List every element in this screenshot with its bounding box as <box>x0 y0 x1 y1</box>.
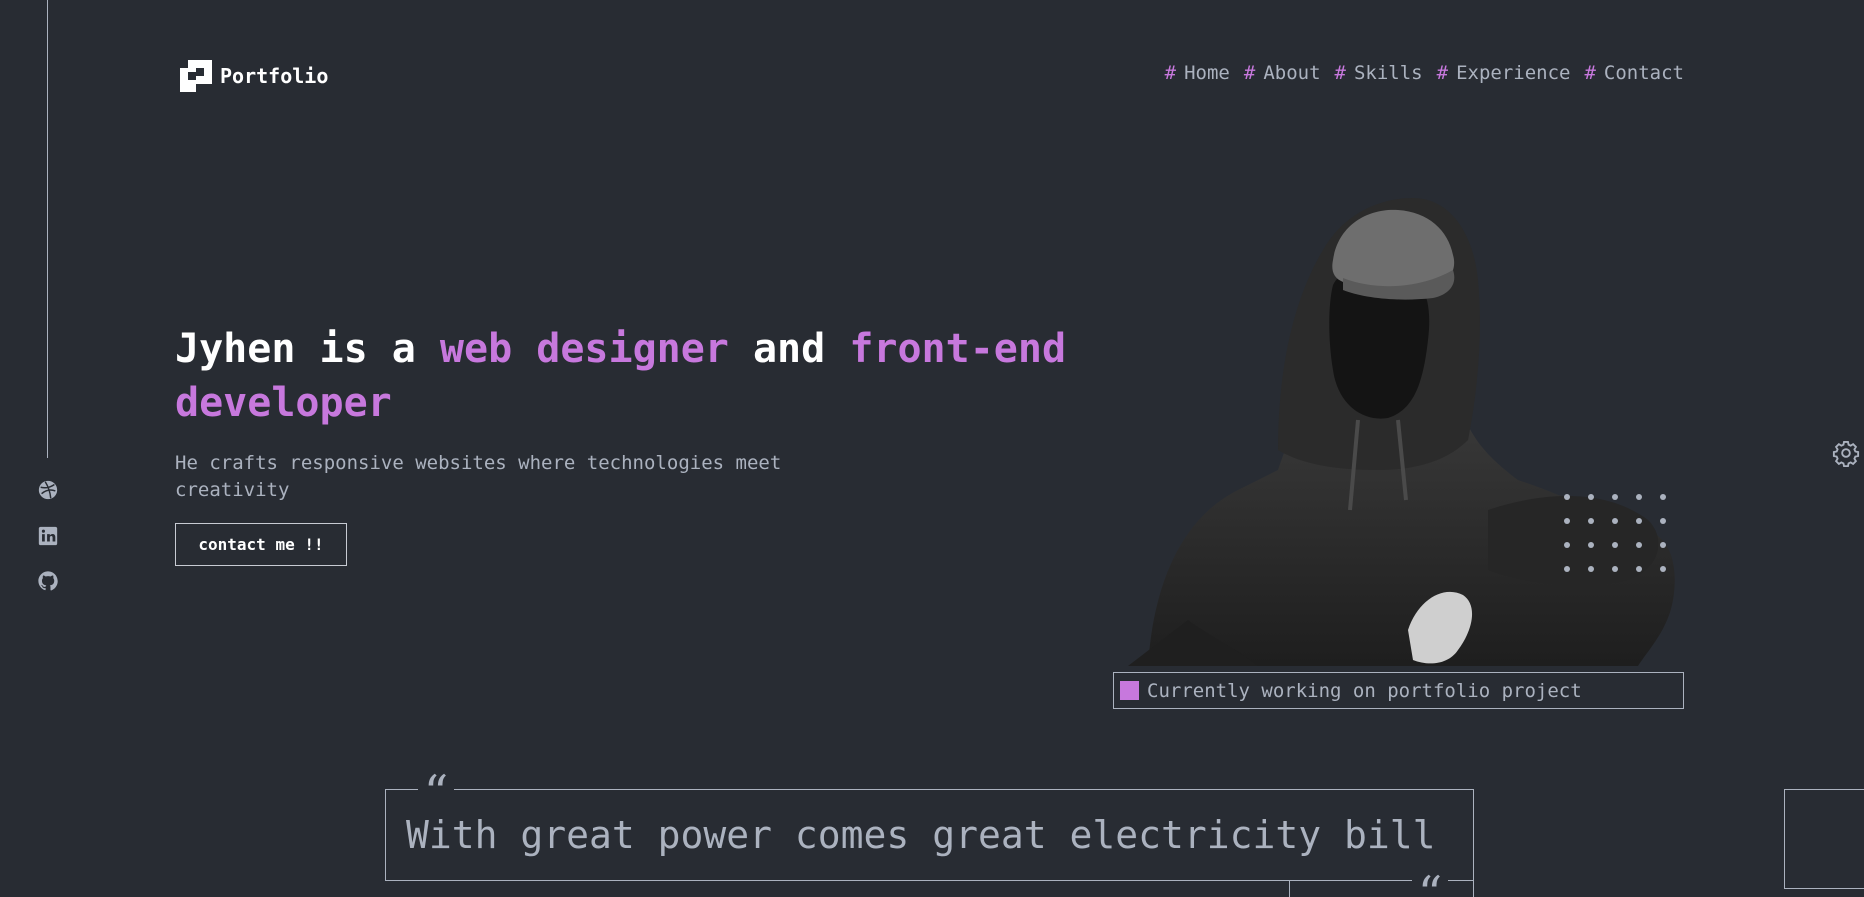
hero-title: Jyhen is a web designer and front-end de… <box>175 322 1095 430</box>
hero-title-part2: and <box>728 326 850 372</box>
logo-icon <box>180 60 212 92</box>
status-text: Currently working on portfolio project <box>1147 679 1582 702</box>
quote-box: With great power comes great electricity… <box>385 789 1474 881</box>
nav-home[interactable]: # Home <box>1165 62 1230 84</box>
nav-contact-label: Contact <box>1603 62 1684 84</box>
nav-contact[interactable]: # Contact <box>1584 62 1684 84</box>
quote-open-icon: “ <box>418 765 454 821</box>
nav-about[interactable]: # About <box>1244 62 1321 84</box>
hero-subtitle: He crafts responsive websites where tech… <box>175 452 782 501</box>
quote-close-icon: “ <box>1412 866 1448 897</box>
status-banner: Currently working on portfolio project <box>1113 672 1684 709</box>
nav-skills-label: Skills <box>1353 62 1423 84</box>
gear-icon[interactable] <box>1832 439 1860 467</box>
quote-text: With great power comes great electricity… <box>406 813 1436 857</box>
contact-me-button[interactable]: contact me !! <box>175 523 347 566</box>
linkedin-icon <box>38 526 58 546</box>
dots-decoration <box>1564 494 1666 572</box>
portfolio-page: Portfolio # Home # About # Skills # Experien… <box>0 0 1864 897</box>
decorative-square <box>1784 789 1864 889</box>
dribbble-icon <box>38 480 58 500</box>
nav-hash: # <box>1164 62 1177 84</box>
brand-name: Portfolio <box>220 64 329 88</box>
nav-experience[interactable]: # Experience <box>1437 62 1571 84</box>
nav-hash: # <box>1243 62 1256 84</box>
github-link[interactable] <box>36 569 60 593</box>
hooded-person-photo <box>1128 198 1675 666</box>
main-nav: # Home # About # Skills # Experience # Contac… <box>1165 62 1684 84</box>
nav-skills[interactable]: # Skills <box>1335 62 1423 84</box>
rail-line <box>47 0 48 458</box>
nav-hash: # <box>1436 62 1449 84</box>
hero-title-accent1: web designer <box>439 326 729 372</box>
nav-hash: # <box>1334 62 1346 84</box>
hero-title-part1: Jyhen is a <box>175 326 440 372</box>
status-indicator <box>1120 681 1139 700</box>
nav-experience-label: Experience <box>1456 62 1571 84</box>
nav-hash: # <box>1584 62 1596 84</box>
nav-home-label: Home <box>1184 62 1230 84</box>
github-icon <box>38 571 58 591</box>
dribbble-link[interactable] <box>36 478 60 502</box>
brand-logo[interactable]: Portfolio <box>180 60 328 92</box>
linkedin-link[interactable] <box>36 524 60 548</box>
nav-about-label: About <box>1263 62 1321 84</box>
